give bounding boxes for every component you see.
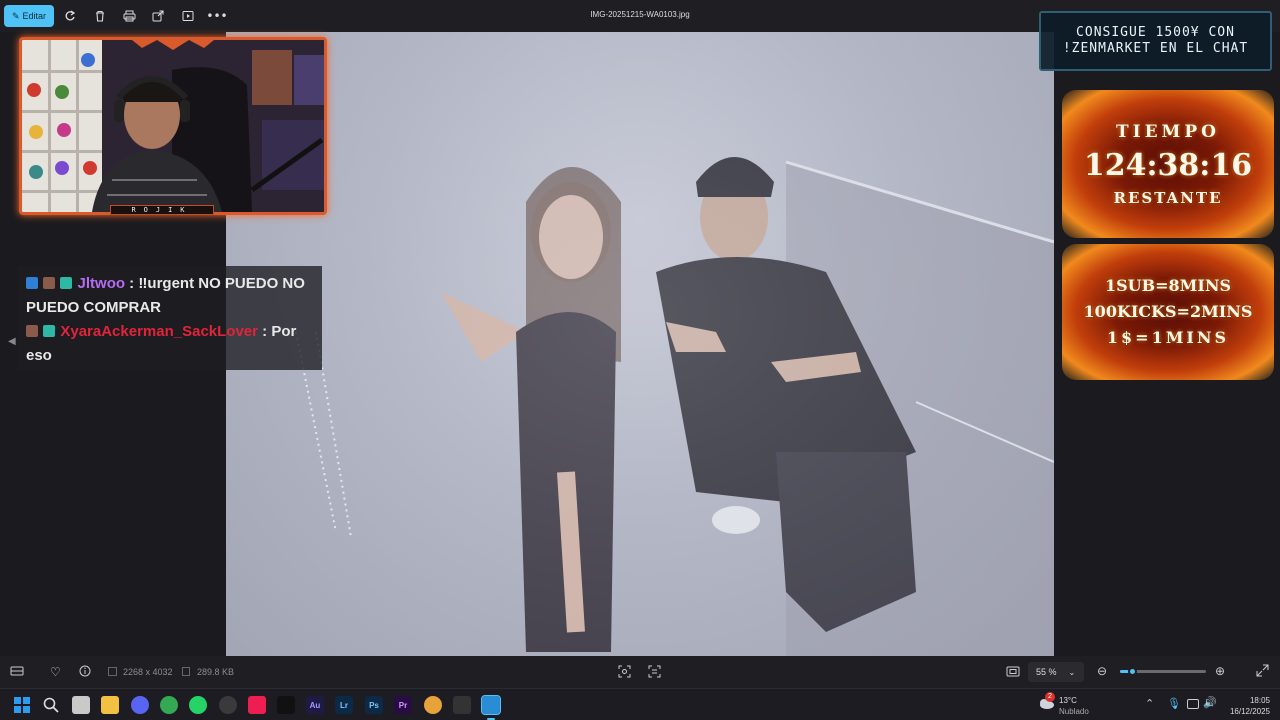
- delete-icon[interactable]: [92, 8, 108, 24]
- zoom-slider[interactable]: [1120, 667, 1206, 676]
- microphone-icon[interactable]: 🎙: [1167, 697, 1181, 710]
- chrome-icon[interactable]: [160, 696, 178, 714]
- subathon-timer: TIEMPO 124:38:16 RESTANTE: [1062, 90, 1274, 238]
- audition-label: Au: [309, 700, 321, 710]
- zoom-select[interactable]: 55 % ⌄: [1028, 662, 1084, 682]
- share-icon[interactable]: [150, 8, 166, 24]
- premiere-label: Pr: [398, 700, 408, 710]
- promo-banner: CONSIGUE 1500¥ CON !ZENMARKET EN EL CHAT: [1039, 11, 1272, 71]
- dimensions-icon: [108, 667, 117, 676]
- weather-temp: 13°C: [1059, 696, 1077, 705]
- start-icon[interactable]: [13, 696, 31, 714]
- file-title: IMG-20251215-WA0103.jpg: [590, 10, 690, 19]
- clock-time: 18:05: [1249, 696, 1270, 705]
- zoom-slider-thumb[interactable]: [1128, 667, 1137, 676]
- weather-badge: 2: [1045, 692, 1055, 702]
- rotate-icon[interactable]: [62, 8, 78, 24]
- whatsapp-icon[interactable]: [189, 696, 207, 714]
- edit-icon: ✎: [11, 10, 20, 21]
- volume-icon[interactable]: 🔊: [1203, 696, 1217, 709]
- promo-line-2: !ZENMARKET EN EL CHAT: [1062, 41, 1249, 56]
- filmstrip-icon[interactable]: [10, 665, 24, 677]
- edit-button[interactable]: ✎ Editar: [4, 5, 54, 27]
- timer-value: 124:38:16: [1083, 147, 1253, 183]
- info-icon[interactable]: [79, 665, 91, 677]
- rate-line-3: 1$=1MINS: [1106, 328, 1230, 347]
- photoshop-label: Ps: [369, 700, 379, 710]
- chat-separator: :: [257, 323, 272, 340]
- network-icon[interactable]: [1187, 699, 1199, 709]
- badge-icon: [43, 277, 56, 289]
- clock-date: 16/12/2025: [1229, 707, 1270, 716]
- badge-icon: [26, 277, 38, 289]
- lightroom-label: Lr: [340, 700, 348, 710]
- webcam-tag: ROJIK: [110, 205, 214, 215]
- viewer-statusbar: ♡ 2268 x 4032 289.8 KB 55 % ⌄ ⊖ ⊕: [0, 656, 1280, 688]
- premiere-icon[interactable]: Pr: [394, 696, 412, 714]
- zoom-value: 55 %: [1036, 667, 1057, 677]
- obs-icon[interactable]: [219, 696, 237, 714]
- photoshop-icon[interactable]: Ps: [365, 696, 383, 714]
- chat-username[interactable]: Jltwoo: [78, 275, 126, 292]
- tiktok-icon[interactable]: [248, 696, 266, 714]
- chevron-up-icon[interactable]: ⌃: [1145, 697, 1154, 710]
- clock[interactable]: 18:05 16/12/2025: [1222, 695, 1270, 717]
- weather-desc: Nublado: [1059, 707, 1089, 716]
- fullscreen-icon[interactable]: [1256, 664, 1269, 677]
- badge-icon: [60, 277, 73, 289]
- previous-photo-button[interactable]: ◀: [8, 336, 16, 347]
- rate-line-1: 1SUB=8MINS: [1104, 276, 1232, 295]
- slideshow-icon[interactable]: [180, 8, 196, 24]
- chrome-alt-icon[interactable]: [424, 696, 442, 714]
- windows-taskbar: Au Lr Ps Pr 2 13°C Nublado ⌃ 🎙 🔊 18:05 16/1…: [0, 688, 1280, 720]
- capcut-icon[interactable]: [277, 696, 295, 714]
- file-explorer-icon[interactable]: [101, 696, 119, 714]
- zoom-in-icon[interactable]: ⊕: [1215, 664, 1225, 678]
- search-icon[interactable]: [42, 696, 60, 714]
- rate-line-2: 100KICKS=2MINS: [1083, 302, 1253, 321]
- scan-text-icon[interactable]: [648, 665, 661, 678]
- taskview-icon[interactable]: [72, 696, 90, 714]
- edit-button-label: Editar: [22, 11, 47, 21]
- webcam-feed: [22, 40, 324, 212]
- badge-icon: [26, 325, 38, 337]
- timer-label-top: TIEMPO: [1116, 121, 1220, 142]
- file-size: 289.8 KB: [197, 667, 235, 677]
- subathon-rates: 1SUB=8MINS 100KICKS=2MINS 1$=1MINS: [1062, 244, 1274, 380]
- actual-size-icon[interactable]: [1006, 665, 1020, 678]
- chat-separator: :: [125, 275, 139, 292]
- file-size-icon: [182, 667, 190, 676]
- fit-screen-icon[interactable]: [618, 665, 631, 678]
- badge-icon: [43, 325, 56, 337]
- audition-icon[interactable]: Au: [306, 696, 324, 714]
- timer-label-bottom: RESTANTE: [1113, 188, 1223, 207]
- chat-message: XyaraAckerman_SackLover : Por eso: [26, 320, 314, 368]
- photos-icon[interactable]: [481, 695, 501, 720]
- chat-message: Jltwoo : ‼urgent NO PUEDO NO PUEDO COMPR…: [26, 272, 314, 320]
- zoom-out-icon[interactable]: ⊖: [1097, 664, 1107, 678]
- more-icon[interactable]: •••: [206, 8, 227, 24]
- weather-widget[interactable]: 13°C Nublado: [1059, 695, 1089, 717]
- chevron-down-icon: ⌄: [1068, 667, 1076, 677]
- favorite-icon[interactable]: ♡: [50, 665, 61, 679]
- promo-line-1: CONSIGUE 1500¥ CON: [1076, 25, 1235, 40]
- chat-overlay: Jltwoo : ‼urgent NO PUEDO NO PUEDO COMPR…: [18, 266, 322, 370]
- webcam-overlay: [19, 37, 327, 215]
- print-icon[interactable]: [121, 8, 137, 24]
- photo-image: [226, 32, 1054, 656]
- image-dimensions: 2268 x 4032: [123, 667, 173, 677]
- terminal-icon[interactable]: [453, 696, 471, 714]
- weather-icon[interactable]: 2: [1037, 692, 1055, 710]
- photo-viewport[interactable]: [226, 32, 1054, 656]
- discord-icon[interactable]: [131, 696, 149, 714]
- chat-username[interactable]: XyaraAckerman_SackLover: [60, 323, 258, 340]
- lightroom-icon[interactable]: Lr: [335, 696, 353, 714]
